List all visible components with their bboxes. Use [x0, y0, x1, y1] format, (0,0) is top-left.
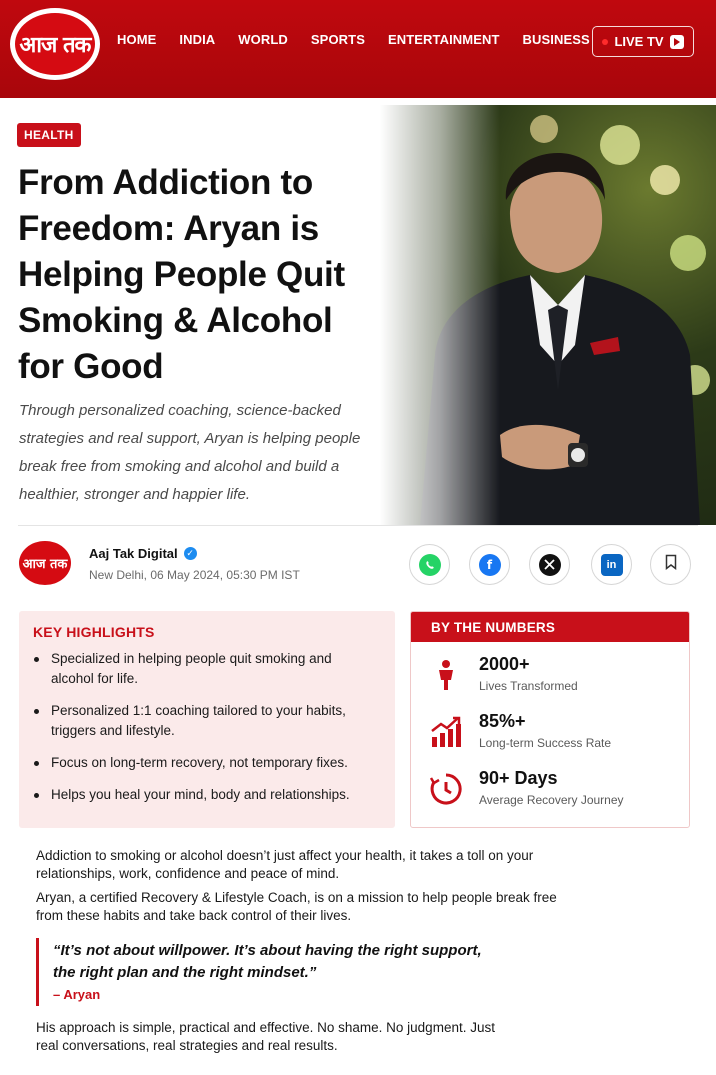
stat-lives: 2000+ Lives Transformed: [411, 652, 689, 702]
body-paragraph-1: Addiction to smoking or alcohol doesn’t …: [36, 848, 534, 881]
nav-sports[interactable]: SPORTS: [311, 32, 365, 47]
highlight-item: Specialized in helping people quit smoki…: [33, 649, 373, 689]
author-avatar: आज तक: [19, 541, 71, 585]
stat-label: Lives Transformed: [479, 679, 578, 693]
stat-label: Average Recovery Journey: [479, 793, 624, 807]
share-whatsapp-button[interactable]: [409, 544, 450, 585]
hero-image: [380, 105, 716, 525]
highlight-item: Focus on long-term recovery, not tempora…: [33, 753, 373, 773]
quote-author: – Aryan: [53, 987, 101, 1002]
stat-success: 85%+ Long-term Success Rate: [411, 709, 689, 759]
key-highlights-title: KEY HIGHLIGHTS: [33, 624, 155, 640]
by-the-numbers-title: BY THE NUMBERS: [411, 612, 689, 642]
share-facebook-button[interactable]: f: [469, 544, 510, 585]
live-tv-button[interactable]: LIVE TV: [592, 26, 694, 57]
live-dot-icon: [602, 38, 609, 45]
nav-entertainment[interactable]: ENTERTAINMENT: [388, 32, 500, 47]
logo-text: आज तक: [15, 13, 95, 75]
top-header: आज तक HOME INDIA WORLD SPORTS ENTERTAINM…: [0, 0, 716, 98]
stat-value: 90+ Days: [479, 768, 558, 788]
nav-business[interactable]: BUSINESS: [523, 32, 590, 47]
facebook-icon: f: [478, 553, 501, 576]
category-tag[interactable]: HEALTH: [17, 123, 81, 147]
nav-home[interactable]: HOME: [117, 32, 156, 47]
article-dateline: New Delhi, 06 May 2024, 05:30 PM IST: [89, 568, 300, 582]
stat-value: 85%+: [479, 711, 526, 731]
share-linkedin-button[interactable]: in: [591, 544, 632, 585]
stat-recovery: 90+ Days Average Recovery Journey: [411, 766, 689, 816]
key-highlights-list: Specialized in helping people quit smoki…: [33, 649, 373, 817]
section-divider: [18, 525, 698, 526]
article-headline: From Addiction to Freedom: Aryan is Help…: [18, 163, 345, 386]
key-highlights-box: KEY HIGHLIGHTS Specialized in helping pe…: [19, 611, 395, 828]
stat-value: 2000+: [479, 654, 530, 674]
live-tv-label: LIVE TV: [614, 34, 664, 49]
x-icon: [538, 553, 561, 576]
body-paragraph-2: Aryan, a certified Recovery & Lifestyle …: [36, 890, 557, 923]
growth-chart-icon: [431, 716, 461, 747]
author-name-row[interactable]: Aaj Tak Digital ✓: [89, 546, 197, 561]
stat-label: Long-term Success Rate: [479, 736, 612, 750]
share-x-button[interactable]: [529, 544, 570, 585]
clock-icon: [429, 773, 462, 805]
linkedin-icon: in: [600, 553, 623, 576]
pull-quote: “It’s not about willpower. It’s about ha…: [36, 938, 506, 1006]
aajtak-logo[interactable]: आज तक: [10, 8, 100, 80]
quote-text: “It’s not about willpower. It’s about ha…: [53, 942, 482, 981]
bookmark-button[interactable]: [650, 544, 691, 585]
nav-india[interactable]: INDIA: [179, 32, 215, 47]
play-icon: [669, 34, 684, 49]
by-the-numbers-card: BY THE NUMBERS 2000+ Lives Transformed 8…: [410, 611, 690, 828]
article-subtitle: Through personalized coaching, science-b…: [19, 402, 361, 503]
person-icon: [439, 660, 453, 690]
whatsapp-icon: [418, 553, 441, 576]
highlight-item: Helps you heal your mind, body and relat…: [33, 785, 373, 805]
main-nav: HOME INDIA WORLD SPORTS ENTERTAINMENT BU…: [117, 32, 613, 47]
bookmark-icon: [664, 554, 678, 575]
highlight-item: Personalized 1:1 coaching tailored to yo…: [33, 701, 373, 741]
author-name: Aaj Tak Digital: [89, 546, 178, 561]
nav-world[interactable]: WORLD: [238, 32, 288, 47]
verified-icon: ✓: [183, 547, 197, 560]
body-paragraph-3: His approach is simple, practical and ef…: [36, 1020, 495, 1053]
